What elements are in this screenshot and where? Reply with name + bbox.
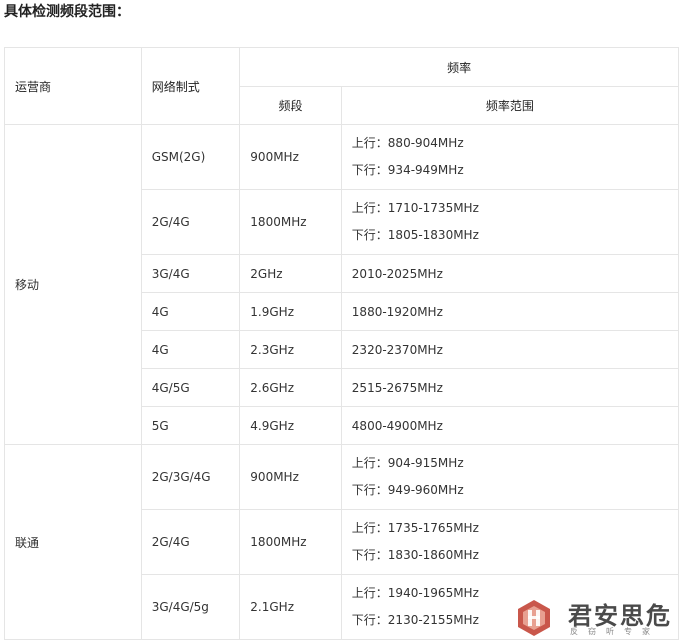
header-frequency: 频率 [239,47,679,87]
range-line: 上行：880-904MHz [351,136,464,150]
network-cell: 2G/4G [140,189,241,255]
band-cell: 1800MHz [239,509,342,575]
range-line: 下行：1805-1830MHz [351,228,479,242]
band-cell: 2.6GHz [239,368,342,407]
network-cell: 3G/4G/5g [140,574,241,640]
watermark-subtitle: 反窃听专家 [570,627,660,636]
range-cell: 上行：1735-1765MHz 下行：1830-1860MHz [340,509,679,575]
band-cell: 2.1GHz [239,574,342,640]
operator-cell: 移动 [4,124,142,445]
range-line: 下行：1830-1860MHz [351,548,479,562]
range-cell: 2010-2025MHz [340,254,679,293]
table-row: 联通 2G/3G/4G 900MHz 上行：904-915MHz 下行：949-… [4,444,679,640]
network-cell: 5G [140,406,241,445]
band-cell: 900MHz [239,124,342,190]
range-line: 上行：1710-1735MHz [351,201,479,215]
range-cell: 上行：880-904MHz 下行：934-949MHz [340,124,679,190]
header-band: 频段 [239,86,342,125]
header-operator: 运营商 [4,47,142,125]
range-cell: 上行：904-915MHz 下行：949-960MHz [340,444,679,510]
range-line: 上行：904-915MHz [351,456,464,470]
table-row: 移动 GSM(2G) 900MHz 上行：880-904MHz 下行：934-9… [4,124,679,445]
range-cell: 2320-2370MHz [340,330,679,369]
range-cell: 上行：1710-1735MHz 下行：1805-1830MHz [340,189,679,255]
band-cell: 2.3GHz [239,330,342,369]
band-cell: 4.9GHz [239,406,342,445]
brand-watermark: 君安思危 反窃听专家 [514,596,679,640]
range-line: 下行：949-960MHz [351,483,464,497]
header-network: 网络制式 [140,47,241,125]
range-cell: 1880-1920MHz [340,292,679,331]
network-cell: 4G [140,330,241,369]
brand-logo-icon [518,600,550,636]
network-cell: 2G/3G/4G [140,444,241,510]
band-cell: 2GHz [239,254,342,293]
operator-cell: 联通 [4,444,142,640]
section-heading: 具体检测频段范围： [4,4,130,20]
network-cell: GSM(2G) [140,124,241,190]
header-range: 频率范围 [340,86,679,125]
range-line: 上行：1735-1765MHz [351,521,479,535]
frequency-table: 运营商 网络制式 频率 频段 频率范围 移动 GSM(2G) 900MHz 上行… [4,47,679,640]
network-cell: 4G [140,292,241,331]
band-cell: 1.9GHz [239,292,342,331]
network-cell: 3G/4G [140,254,241,293]
band-cell: 1800MHz [239,189,342,255]
range-cell: 4800-4900MHz [340,406,679,445]
network-cell: 2G/4G [140,509,241,575]
range-line: 下行：934-949MHz [351,163,464,177]
range-cell: 2515-2675MHz [340,368,679,407]
band-cell: 900MHz [239,444,342,510]
network-cell: 4G/5G [140,368,241,407]
